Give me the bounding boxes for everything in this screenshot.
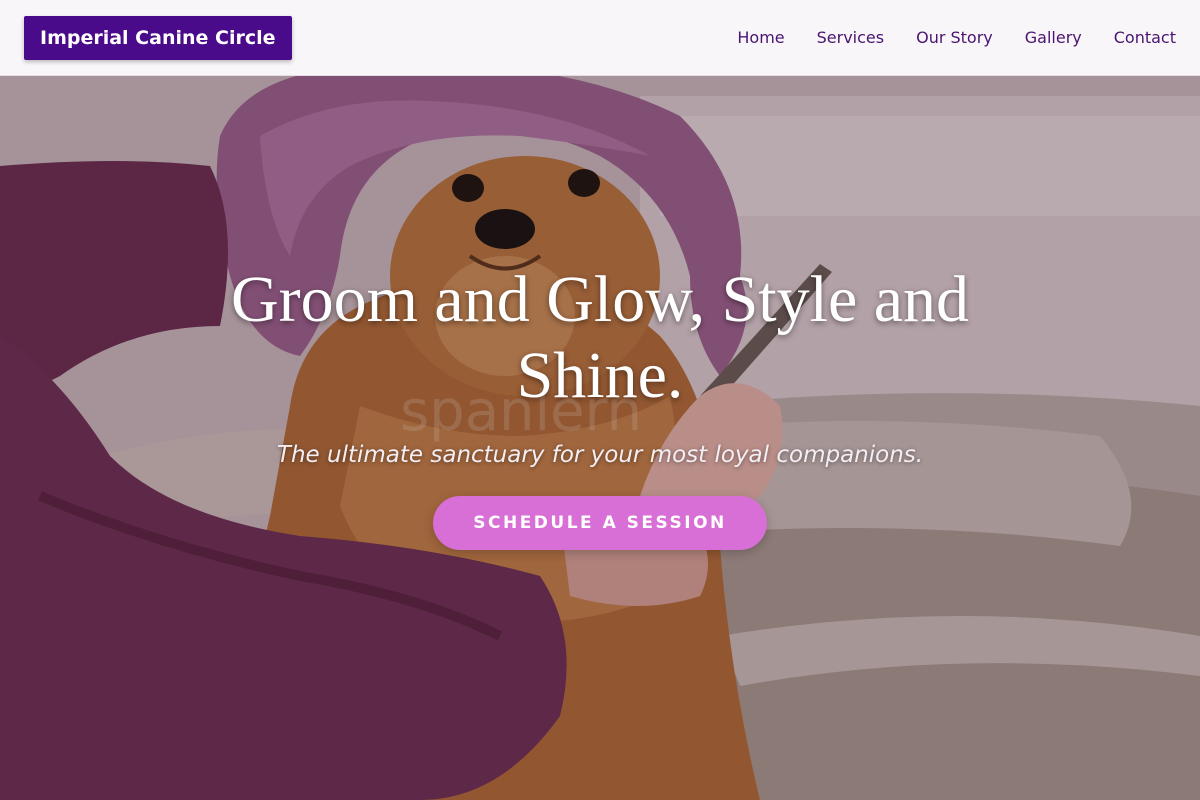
site-header: Imperial Canine Circle Home Services Our… [0, 0, 1200, 76]
schedule-session-button[interactable]: SCHEDULE A SESSION [433, 496, 767, 550]
nav-link-services[interactable]: Services [817, 28, 884, 47]
nav-link-contact[interactable]: Contact [1114, 28, 1176, 47]
hero-content: Groom and Glow, Style and Shine. The ult… [0, 262, 1200, 550]
hero-headline: Groom and Glow, Style and Shine. [230, 263, 970, 412]
hero-section: spanlern Groom and Glow, Style and Shine… [0, 76, 1200, 800]
nav-link-our-story[interactable]: Our Story [916, 28, 993, 47]
hero-tagline: The ultimate sanctuary for your most loy… [276, 442, 924, 468]
nav-link-home[interactable]: Home [737, 28, 784, 47]
main-nav: Home Services Our Story Gallery Contact [705, 28, 1176, 47]
brand-logo[interactable]: Imperial Canine Circle [24, 15, 292, 60]
nav-link-gallery[interactable]: Gallery [1025, 28, 1082, 47]
